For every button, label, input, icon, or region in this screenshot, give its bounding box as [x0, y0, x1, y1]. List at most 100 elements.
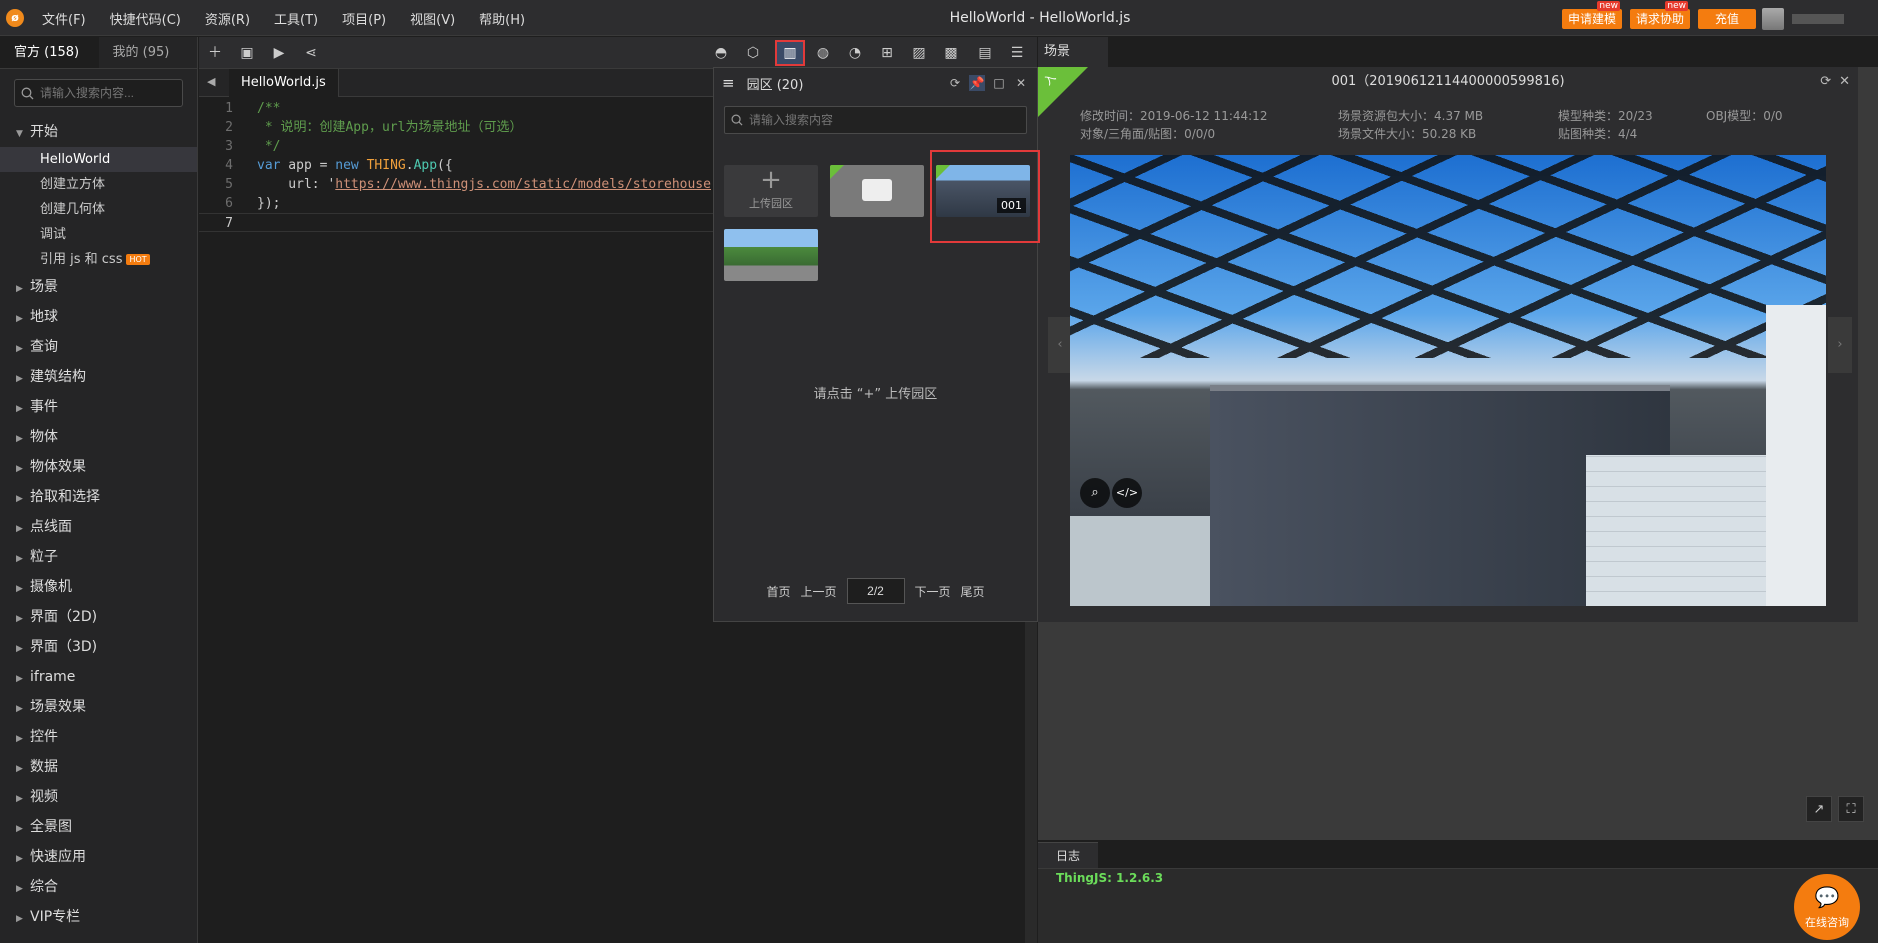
park-thumbnail-001[interactable]: 001 [936, 165, 1030, 217]
close-icon[interactable]: ✕ [1839, 67, 1850, 97]
group-label: 快速应用 [30, 849, 86, 865]
menu-resources[interactable]: 资源(R) [193, 9, 262, 28]
tree-group[interactable]: ▶ 摄像机 [0, 572, 197, 602]
maximize-icon[interactable]: □ [991, 75, 1007, 91]
tree-item-cube[interactable]: 创建立方体 [0, 172, 197, 197]
park-thumbnail[interactable] [724, 229, 818, 281]
line-number: 2 [225, 120, 233, 135]
group-label: 场景 [30, 279, 58, 295]
tree-group[interactable]: ▶ 数据 [0, 752, 197, 782]
caret-right-icon: ▶ [16, 854, 23, 864]
log-line: ThingJS: 1.2.6.3 [1056, 871, 1164, 885]
refresh-icon[interactable]: ⟳ [1820, 67, 1831, 97]
tree-group[interactable]: ▶ 场景效果 [0, 692, 197, 722]
tree-group[interactable]: ▶ 地球 [0, 302, 197, 332]
menu-snippets[interactable]: 快捷代码(C) [98, 9, 193, 28]
tab-log[interactable]: 日志 [1038, 842, 1098, 868]
last-page-link[interactable]: 尾页 [961, 583, 985, 600]
menu-file[interactable]: 文件(F) [30, 9, 98, 28]
caret-right-icon: ▶ [16, 884, 23, 894]
park-library-icon[interactable]: ▥ [775, 40, 805, 66]
recharge-button[interactable]: 充值 [1698, 9, 1756, 29]
line-number: 3 [225, 139, 233, 154]
image-icon[interactable]: ▨ [907, 42, 931, 64]
tree-group[interactable]: ▶ VIP专栏 [0, 902, 197, 932]
tree-group[interactable]: ▶ 事件 [0, 392, 197, 422]
tree-group[interactable]: ▶ 场景 [0, 272, 197, 302]
menu-help[interactable]: 帮助(H) [467, 9, 537, 28]
tree-group[interactable]: ▶ 点线面 [0, 512, 197, 542]
tree-item-helloworld[interactable]: HelloWorld [0, 147, 197, 172]
next-page-link[interactable]: 下一页 [915, 583, 951, 600]
code-token: . [405, 158, 414, 173]
park-search-input[interactable] [749, 113, 1009, 127]
picture-icon[interactable]: ▩ [939, 42, 963, 64]
add-icon[interactable]: ＋ [203, 42, 227, 64]
tree-group[interactable]: ▶ 物体效果 [0, 452, 197, 482]
tree-group[interactable]: ▶ iframe [0, 662, 197, 692]
tree-group[interactable]: ▶ 建筑结构 [0, 362, 197, 392]
tab-mine[interactable]: 我的 (95) [99, 37, 198, 68]
tree-item-geometry[interactable]: 创建几何体 [0, 197, 197, 222]
popout-icon[interactable]: ↗ [1806, 796, 1832, 822]
first-page-link[interactable]: 首页 [766, 583, 790, 600]
tree-group[interactable]: ▶ 拾取和选择 [0, 482, 197, 512]
assist-label: 请求协助 [1636, 12, 1685, 26]
share-icon[interactable]: ⋖ [299, 42, 323, 64]
tree-group-start[interactable]: ▼ 开始 [0, 117, 197, 147]
tree-group[interactable]: ▶ 控件 [0, 722, 197, 752]
tree-group[interactable]: ▶ 全景图 [0, 812, 197, 842]
park-thumbnail[interactable] [830, 165, 924, 217]
avatar[interactable] [1762, 8, 1784, 30]
notes-icon[interactable]: ▤ [973, 42, 997, 64]
caret-left-icon[interactable]: ◀ [207, 75, 215, 88]
upload-label: 上传园区 [749, 197, 793, 210]
prev-page-link[interactable]: 上一页 [800, 583, 836, 600]
tree-group[interactable]: ▶ 粒子 [0, 542, 197, 572]
zoom-icon[interactable]: ⌕ [1080, 478, 1110, 508]
tab-official[interactable]: 官方 (158) [0, 37, 99, 68]
examples-search-input[interactable] [40, 86, 180, 100]
group-label: 拾取和选择 [30, 489, 100, 505]
apply-modeling-button[interactable]: 申请建模 new [1562, 1, 1623, 29]
pin-icon[interactable]: 📌 [969, 75, 985, 91]
effects-icon[interactable]: ◍ [811, 42, 835, 64]
save-icon[interactable]: ▣ [235, 42, 259, 64]
run-icon[interactable]: ▶ [267, 42, 291, 64]
sphere-icon[interactable]: ◓ [709, 42, 733, 64]
settings-icon[interactable]: ☰ [1005, 42, 1029, 64]
close-icon[interactable]: ✕ [1013, 75, 1029, 91]
caret-right-icon: ▶ [16, 824, 23, 834]
menu-icon[interactable]: ≡ [722, 74, 735, 92]
fullscreen-icon[interactable]: ⛶ [1838, 796, 1864, 822]
tree-group[interactable]: ▶ 快速应用 [0, 842, 197, 872]
tree-group[interactable]: ▶ 视频 [0, 782, 197, 812]
tree-group[interactable]: ▶ 物体 [0, 422, 197, 452]
refresh-icon[interactable]: ⟳ [947, 75, 963, 91]
meta-col-4: OBJ模型：0/0 [1706, 107, 1783, 125]
caret-right-icon: ▶ [16, 704, 23, 714]
menu-tools[interactable]: 工具(T) [262, 9, 330, 28]
page-input[interactable] [846, 578, 905, 604]
code-icon[interactable]: </> [1112, 478, 1142, 508]
menu-view[interactable]: 视图(V) [398, 9, 467, 28]
cube-icon[interactable]: ⬡ [741, 42, 765, 64]
online-consult-button[interactable]: 💬 在线咨询 [1794, 874, 1860, 940]
tree-item-include-js-css[interactable]: 引用 js 和 css HOT [0, 247, 197, 272]
group-label: 粒子 [30, 549, 58, 565]
tree-group[interactable]: ▶ 查询 [0, 332, 197, 362]
tree-group[interactable]: ▶ 综合 [0, 872, 197, 902]
layout-icon[interactable]: ⊞ [875, 42, 899, 64]
caret-right-icon: ▶ [16, 284, 23, 294]
tree-group[interactable]: ▶ 界面（2D) [0, 602, 197, 632]
next-arrow-icon[interactable]: › [1828, 317, 1852, 373]
prev-arrow-icon[interactable]: ‹ [1048, 317, 1072, 373]
request-assist-button[interactable]: 请求协助 new [1630, 1, 1691, 29]
tab-scene[interactable]: 场景 [1038, 37, 1108, 67]
chart-icon[interactable]: ◔ [843, 42, 867, 64]
tree-item-debug[interactable]: 调试 [0, 222, 197, 247]
upload-park-button[interactable]: + 上传园区 [724, 165, 818, 217]
menu-project[interactable]: 项目(P) [330, 9, 398, 28]
tab-helloworld-js[interactable]: HelloWorld.js [229, 69, 339, 97]
tree-group[interactable]: ▶ 界面（3D) [0, 632, 197, 662]
